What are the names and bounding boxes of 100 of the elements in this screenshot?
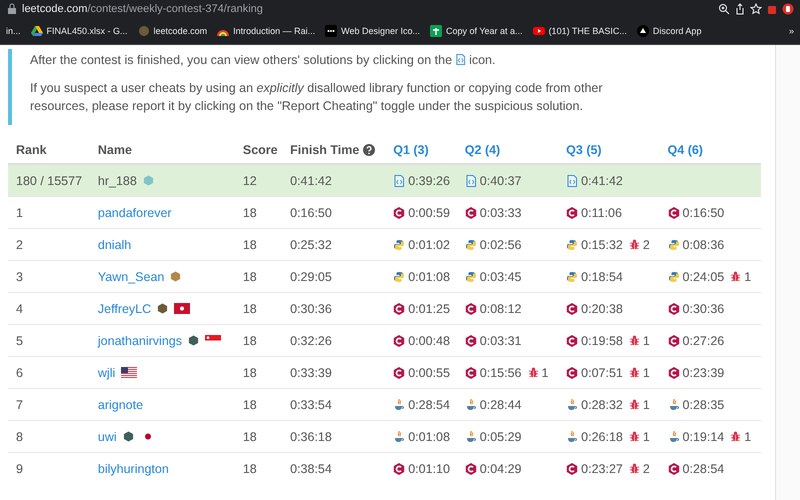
solve-time[interactable]: 0:02:56 [480,238,522,252]
lock-icon [6,3,18,15]
user-link[interactable]: uwi [98,430,117,444]
star-icon[interactable] [750,3,762,15]
bug-icon [528,367,539,378]
bug-count: 1 [642,334,650,348]
hexagon-c-icon [464,366,477,378]
finish-time-cell: 0:32:26 [282,324,386,356]
hexagon-c-icon [464,462,477,474]
score-cell: 18 [234,324,282,356]
address-bar[interactable]: leetcode.com/contest/weekly-contest-374/ranking [22,3,263,15]
solve-time[interactable]: 0:30:36 [682,302,724,316]
solve-time[interactable]: 0:28:54 [408,398,450,412]
hexagon-c-icon [566,334,578,346]
help-icon[interactable] [363,144,376,156]
bug-icon [628,399,640,410]
solve-time[interactable]: 0:23:27 [581,462,623,476]
user-link[interactable]: JeffreyLC [98,302,152,316]
share-icon[interactable] [734,3,746,15]
rank-cell: 4 [8,292,90,324]
solve-time[interactable]: 0:01:10 [408,462,450,476]
solve-time[interactable]: 0:15:56 [480,366,522,380]
bookmark[interactable]: Web Designer Ico... [325,25,420,37]
user-link[interactable]: jonathanirvings [98,334,182,348]
bookmark[interactable]: leetcode.com [138,25,208,37]
hexagon-c-icon [464,302,477,314]
solve-time[interactable]: 0:41:42 [581,174,623,188]
solve-time[interactable]: 0:28:54 [682,462,724,476]
solve-time[interactable]: 0:00:48 [408,334,450,348]
solve-time[interactable]: 0:03:31 [480,334,522,348]
solve-time[interactable]: 0:15:32 [581,238,623,252]
solve-time[interactable]: 0:28:35 [682,398,724,412]
score-cell: 18 [234,260,282,292]
zoom-icon[interactable] [718,3,730,15]
user-link[interactable]: Yawn_Sean [98,270,164,284]
extension-icon[interactable] [782,3,794,15]
bug-count: 1 [642,398,650,412]
score-cell: 18 [234,356,282,388]
solve-time[interactable]: 0:28:44 [480,398,522,412]
finish-time-cell: 0:16:50 [282,196,386,228]
solve-time[interactable]: 0:01:08 [408,430,450,444]
rank-cell: 2 [8,228,90,260]
user-link[interactable]: pandaforever [98,206,172,220]
solve-time[interactable]: 0:00:55 [408,366,450,380]
hexagon-c-icon [393,302,406,314]
solve-time[interactable]: 0:00:59 [408,206,450,220]
solve-time[interactable]: 0:05:29 [480,430,522,444]
user-link[interactable]: dnialh [98,238,132,252]
solve-time[interactable]: 0:24:05 [682,270,724,284]
bookmark[interactable]: Copy of Year at a... [430,25,523,37]
solve-time[interactable]: 0:07:51 [581,366,623,380]
hexagon-c-icon [566,366,578,378]
finish-time-cell: 0:33:54 [282,388,386,420]
hexagon-c-icon [393,334,406,346]
solve-time[interactable]: 0:18:54 [581,270,623,284]
bookmark[interactable]: in... [6,26,21,36]
user-link[interactable]: arignote [98,398,144,412]
solve-time[interactable]: 0:27:26 [682,334,724,348]
solve-time[interactable]: 0:11:06 [581,206,622,220]
notice-text: After the contest is finished, you can view others' solutions by clicking on the [30,53,452,67]
solve-time[interactable]: 0:28:32 [581,398,623,412]
solve-time[interactable]: 0:01:08 [408,270,450,284]
bug-count: 1 [744,430,752,444]
finish-time-cell: 0:36:18 [282,420,386,452]
solve-time[interactable]: 0:03:33 [480,206,522,220]
bug-count: 2 [642,462,650,476]
hexagon-c-icon [668,462,680,474]
finish-time-cell: 0:41:42 [282,164,386,196]
solve-time[interactable]: 0:20:38 [581,302,623,316]
coffee-cup-icon [393,398,406,410]
solve-time[interactable]: 0:01:02 [408,238,450,252]
code-file-icon [464,174,477,186]
solve-time[interactable]: 0:01:25 [408,302,450,316]
solve-time[interactable]: 0:08:12 [480,302,522,316]
python-icon [464,238,477,250]
solve-time[interactable]: 0:19:58 [581,334,623,348]
user-link[interactable]: wjli [98,366,116,380]
bug-icon [628,335,640,346]
solve-time[interactable]: 0:08:36 [682,238,724,252]
bookmark[interactable]: Discord App [636,25,702,37]
solve-time[interactable]: 0:23:39 [682,366,724,380]
solve-time[interactable]: 0:19:14 [682,430,724,444]
more-bookmarks-button[interactable]: » [788,26,794,36]
bug-icon [628,367,640,378]
bookmark[interactable]: (101) THE BASIC... [532,25,627,37]
solve-time[interactable]: 0:03:45 [480,270,522,284]
score-cell: 18 [234,228,282,260]
hexagon-c-icon [393,206,406,218]
bookmark[interactable]: FINAL450.xlsx - G... [30,25,128,37]
solve-time[interactable]: 0:39:26 [408,174,450,188]
bookmark[interactable]: Introduction — Rai... [217,25,316,37]
solve-time[interactable]: 0:16:50 [682,206,724,220]
solve-time[interactable]: 0:04:29 [480,462,522,476]
user-link[interactable]: bilyhurington [98,462,169,476]
solve-time[interactable]: 0:40:37 [480,174,522,188]
triangle-logo-icon [30,25,43,37]
coffee-cup-icon [668,398,680,410]
score-cell: 18 [234,452,282,484]
user-name: hr_188 [98,174,137,188]
solve-time[interactable]: 0:26:18 [581,430,623,444]
